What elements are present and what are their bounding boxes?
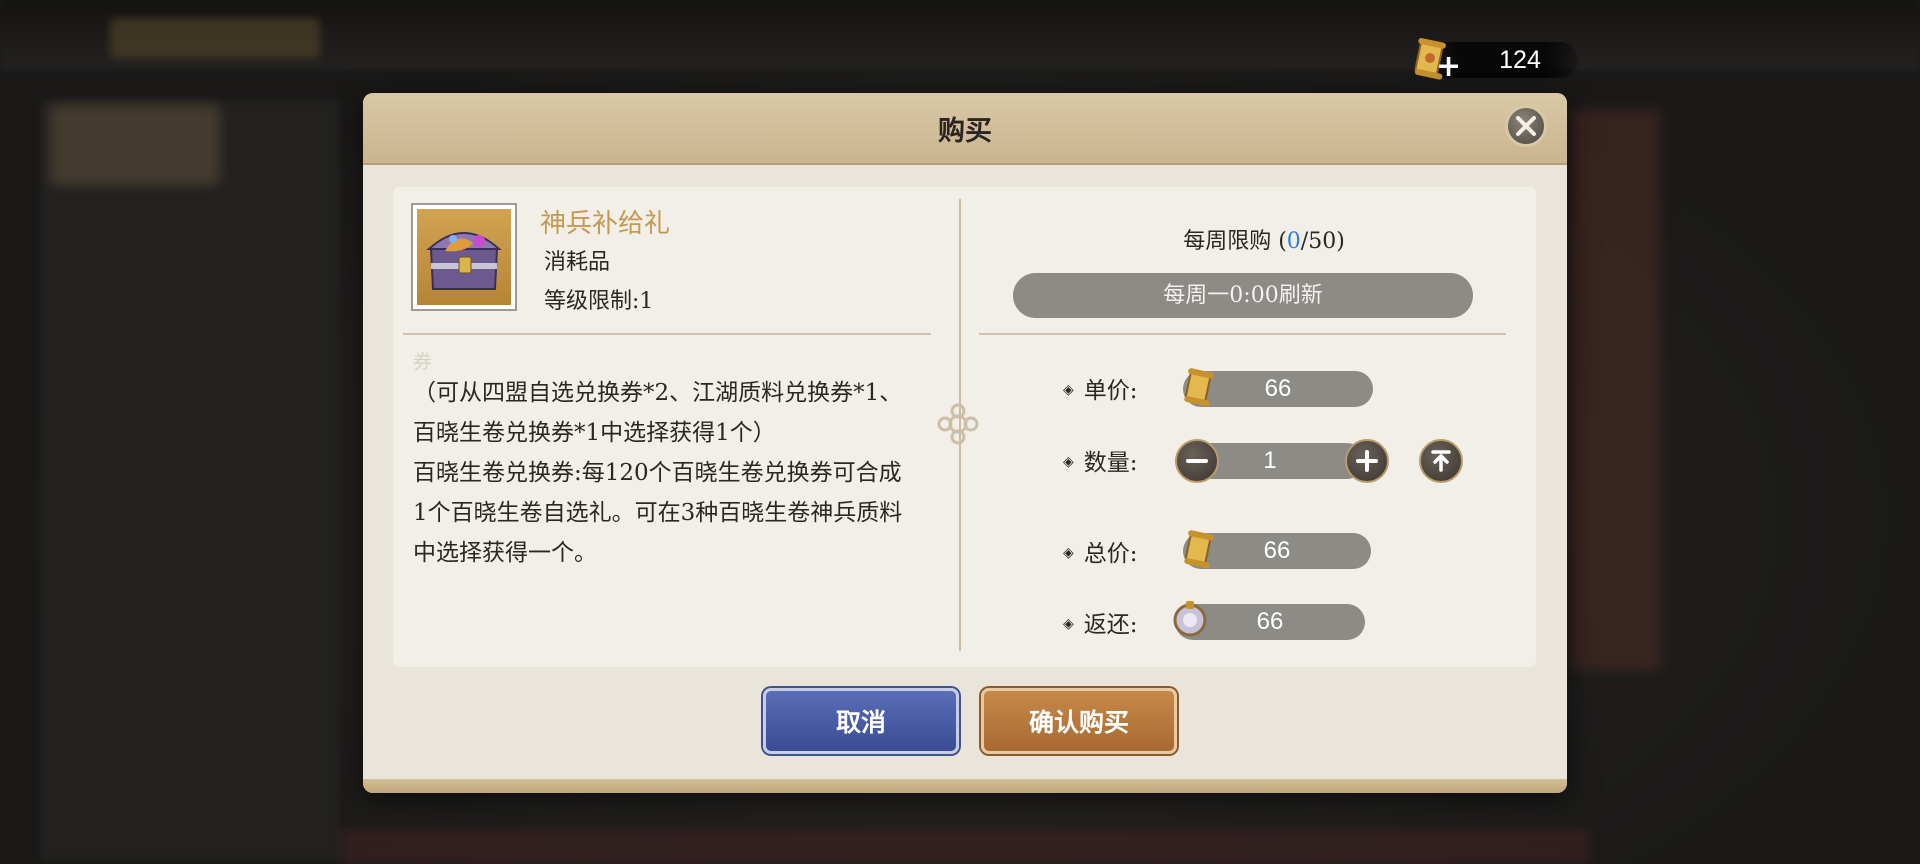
diamond-bullet-icon: ◈ [1063, 454, 1074, 470]
confirm-purchase-button[interactable]: 确认购买 [981, 688, 1177, 754]
plus-icon [1356, 450, 1378, 472]
refund-label: 返还: [1083, 612, 1138, 638]
item-description: （可从四盟自选兑换券*2、江湖质料兑换券*1、百晓生卷兑换券*1中选择获得1个）… [413, 373, 913, 573]
currency-value: 124 [1499, 46, 1541, 74]
unit-price-label: 单价: [1083, 378, 1138, 404]
unit-price-row-label: ◈ 单价: [1063, 371, 1138, 405]
cancel-button[interactable]: 取消 [763, 688, 959, 754]
total-price-row-label: ◈ 总价: [1063, 534, 1138, 568]
dialog-title: 购买 [938, 116, 992, 147]
divider-right [979, 333, 1506, 335]
description-paragraph-1: （可从四盟自选兑换券*2、江湖质料兑换券*1、百晓生卷兑换券*1中选择获得1个） [413, 380, 903, 446]
purchase-dialog: 购买 神兵补给礼 消耗品 等级限制:1 券 （可从四盟自选兑换券*2、江湖质料兑… [363, 93, 1567, 793]
dialog-header: 购买 [363, 93, 1567, 165]
weekly-limit-label: 每周限购 [1183, 229, 1272, 254]
scroll-ticket-icon [1181, 529, 1215, 569]
background-bottom-strip [340, 830, 1590, 864]
diamond-bullet-icon: ◈ [1063, 382, 1074, 398]
item-icon-frame [411, 203, 517, 311]
refund-row-label: ◈ 返还: [1063, 605, 1138, 639]
item-type: 消耗品 [544, 250, 611, 275]
item-name: 神兵补给礼 [540, 209, 671, 239]
description-paragraph-2: 百晓生卷兑换券:每120个百晓生卷兑换券可合成1个百晓生卷自选礼。可在3种百晓生… [413, 460, 903, 566]
diamond-bullet-icon: ◈ [1063, 545, 1074, 561]
weekly-limit-current: 0 [1286, 229, 1301, 254]
weekly-limit: 每周限购 (0/50) [1183, 229, 1345, 254]
description-ghost-line: 券 [413, 351, 433, 373]
max-arrow-icon [1431, 450, 1451, 472]
max-quantity-button[interactable] [1419, 439, 1463, 483]
currency-add-button[interactable]: + [1436, 52, 1461, 82]
background-right-strip [1570, 110, 1660, 670]
background-left-tab [50, 105, 220, 185]
decrease-quantity-button[interactable] [1175, 439, 1219, 483]
treasure-chest-icon [417, 209, 511, 305]
divider-left [403, 333, 931, 335]
close-button[interactable] [1505, 105, 1547, 147]
diamond-bullet-icon: ◈ [1063, 616, 1074, 632]
minus-icon [1186, 459, 1208, 463]
scroll-ticket-icon [1181, 367, 1215, 407]
quantity-label: 数量: [1083, 450, 1138, 476]
total-price-label: 总价: [1083, 541, 1138, 567]
background-left-panel [40, 100, 340, 860]
background-active-tab [110, 18, 320, 58]
weekly-limit-max: 50 [1308, 229, 1337, 254]
ornament-icon [935, 401, 981, 447]
close-icon [1516, 116, 1536, 136]
fan-coin-icon [1173, 599, 1207, 639]
dialog-footer-bar [363, 779, 1567, 793]
refresh-time-bar: 每周一0:00刷新 [1013, 273, 1473, 318]
item-level-limit: 等级限制:1 [544, 289, 654, 314]
increase-quantity-button[interactable] [1345, 439, 1389, 483]
quantity-row-label: ◈ 数量: [1063, 443, 1138, 477]
